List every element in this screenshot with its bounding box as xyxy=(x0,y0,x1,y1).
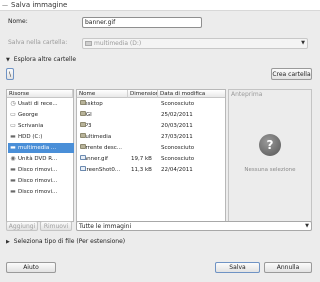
file-row[interactable]: Banner.gif 19,7 kB Sconosciuto xyxy=(77,155,225,164)
expander-arrow-icon: ▼ xyxy=(6,57,10,63)
folder-icon: ▭ xyxy=(10,122,16,129)
file-filter-value: Tutte le immagini xyxy=(79,223,132,230)
file-row[interactable]: Desktop Sconosciuto xyxy=(77,100,225,109)
place-item-label: multimedia ... xyxy=(18,145,57,151)
drive-icon: ▬ xyxy=(10,188,16,195)
chevron-down-icon: ▼ xyxy=(305,223,309,229)
column-name-header[interactable]: Nome xyxy=(77,90,128,98)
places-panel: Risorse ◷ Usati di rece... ▭ George ▭ Scrivan… xyxy=(6,89,74,222)
path-root-button[interactable]: \ xyxy=(6,68,14,80)
place-item-label: Disco rimovi... xyxy=(18,178,58,184)
place-item[interactable]: ▬ Disco rimovi... xyxy=(8,187,74,197)
drive-icon: ▬ xyxy=(10,133,16,140)
place-item[interactable]: ▭ Scrivania xyxy=(8,121,74,131)
column-modified-header[interactable]: Data di modifica xyxy=(158,90,225,98)
remove-button[interactable]: Rimuovi xyxy=(40,221,72,231)
file-modified: 25/02/2011 xyxy=(161,112,193,118)
place-item-label: HDD (C:) xyxy=(18,134,43,140)
files-panel: Nome Dimensione Data di modifica Desktop… xyxy=(76,89,226,222)
help-button[interactable]: Aiuto xyxy=(6,262,56,273)
file-modified: 22/04/2011 xyxy=(161,167,193,173)
browse-expander[interactable]: ▼ Esplora altre cartelle xyxy=(6,55,76,64)
place-item[interactable]: ▬ Disco rimovi... xyxy=(8,176,74,186)
folder-icon xyxy=(80,100,86,105)
image-file-icon xyxy=(80,155,86,160)
save-button[interactable]: Salva xyxy=(215,262,260,273)
preview-panel: Anteprima ? Nessuna selezione xyxy=(228,89,312,222)
file-row[interactable]: multimedia 27/03/2011 xyxy=(77,133,225,142)
file-modified: 27/03/2011 xyxy=(161,134,193,140)
folder-combo-value: multimedia (D:) xyxy=(94,40,142,47)
folder-icon: ▭ xyxy=(10,111,16,118)
window-icon: — xyxy=(2,2,8,9)
file-row[interactable]: MP3 20/03/2011 xyxy=(77,122,225,131)
file-row[interactable]: ScreenShot0... 11,3 kB 22/04/2011 xyxy=(77,166,225,175)
file-name-cell: ScreenShot0... xyxy=(80,166,128,175)
file-row[interactable]: GIGI 25/02/2011 xyxy=(77,111,225,120)
file-modified: Sconosciuto xyxy=(161,101,195,107)
file-modified: Sconosciuto xyxy=(161,156,195,162)
add-button[interactable]: Aggiungi xyxy=(6,221,38,231)
place-item-label: Scrivania xyxy=(18,123,44,129)
file-size: 11,3 kB xyxy=(131,167,152,173)
file-name-cell: Desktop xyxy=(80,100,128,109)
folder-icon xyxy=(80,144,86,149)
place-item[interactable]: ▬ HDD (C:) xyxy=(8,132,74,142)
drive-icon xyxy=(85,41,92,46)
place-item-label: Disco rimovi... xyxy=(18,167,58,173)
folder-label: Salva nella cartella: xyxy=(8,39,68,46)
place-item[interactable]: ▬ Disco rimovi... xyxy=(8,165,74,175)
drive-icon: ▬ xyxy=(10,144,16,151)
place-item-label: Usati di rece... xyxy=(18,101,58,107)
folder-icon xyxy=(80,133,86,138)
expander-arrow-icon: ▶ xyxy=(6,239,10,245)
create-folder-button[interactable]: Crea cartella xyxy=(271,68,312,80)
filetype-expander[interactable]: ▶ Seleziona tipo di file (Per estensione… xyxy=(6,237,125,246)
file-filter-combo[interactable]: Tutte le immagini ▼ xyxy=(76,221,312,231)
file-name-cell: torrente desc... xyxy=(80,144,128,153)
clock-icon: ◷ xyxy=(10,100,16,107)
file-modified: 20/03/2011 xyxy=(161,123,193,129)
file-name-cell: GIGI xyxy=(80,111,128,120)
places-header[interactable]: Risorse xyxy=(7,90,73,98)
name-input[interactable]: banner.gif xyxy=(82,17,202,28)
file-name-cell: Banner.gif xyxy=(80,155,128,164)
file-name-cell: multimedia xyxy=(80,133,128,142)
place-item[interactable]: ◉ Unità DVD R... xyxy=(8,154,74,164)
file-name: torrente desc... xyxy=(80,145,122,151)
file-row[interactable]: torrente desc... Sconosciuto xyxy=(77,144,225,153)
browse-label: Esplora altre cartelle xyxy=(13,56,77,63)
drive-icon: ▬ xyxy=(10,166,16,173)
place-item[interactable]: ▬ multimedia ... xyxy=(8,143,74,153)
image-file-icon xyxy=(80,166,86,171)
preview-header: Anteprima xyxy=(231,91,263,98)
save-image-dialog: Nome: banner.gif Salva nella cartella: m… xyxy=(0,11,320,282)
file-name: ScreenShot0... xyxy=(80,167,121,173)
title-bar: — Salva immagine xyxy=(0,0,320,11)
column-size-header[interactable]: Dimensione xyxy=(128,90,158,98)
place-item[interactable]: ◷ Usati di rece... xyxy=(8,99,74,109)
folder-icon xyxy=(80,122,86,127)
place-item-label: George xyxy=(18,112,39,118)
place-item-label: Disco rimovi... xyxy=(18,189,58,195)
cancel-button[interactable]: Annulla xyxy=(264,262,312,273)
dvd-icon: ◉ xyxy=(10,155,16,162)
file-modified: Sconosciuto xyxy=(161,145,195,151)
file-name-cell: MP3 xyxy=(80,122,128,131)
place-item[interactable]: ▭ George xyxy=(8,110,74,120)
folder-combo[interactable]: multimedia (D:) ▼ xyxy=(82,38,308,49)
place-item-label: Unità DVD R... xyxy=(18,156,58,162)
file-size: 19,7 kB xyxy=(131,156,152,162)
question-icon: ? xyxy=(259,134,281,156)
name-label: Nome: xyxy=(8,18,28,25)
filetype-label: Seleziona tipo di file (Per estensione) xyxy=(13,238,126,245)
window-title: Salva immagine xyxy=(11,1,68,9)
folder-icon xyxy=(80,111,86,116)
chevron-down-icon: ▼ xyxy=(301,40,305,46)
drive-icon: ▬ xyxy=(10,177,16,184)
preview-empty-text: Nessuna selezione xyxy=(244,167,296,173)
